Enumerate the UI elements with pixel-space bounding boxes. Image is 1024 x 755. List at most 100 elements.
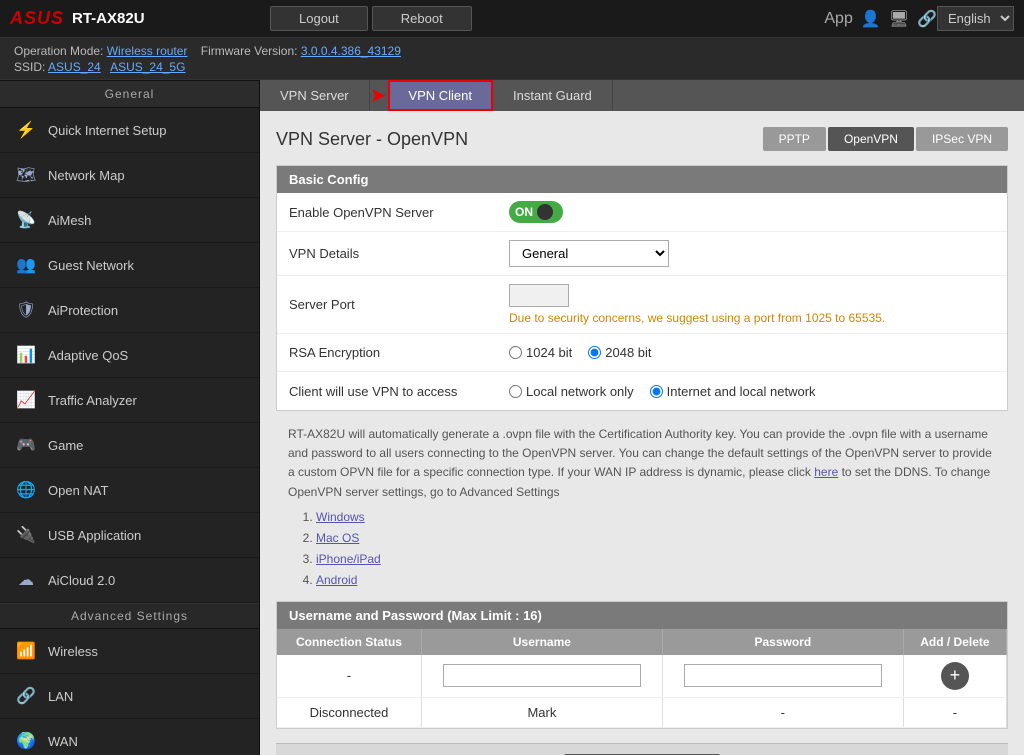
sidebar-item-wireless[interactable]: 📶 Wireless bbox=[0, 629, 259, 674]
sidebar-label-wan: WAN bbox=[48, 734, 78, 749]
row2-add-delete: - bbox=[903, 697, 1006, 727]
enable-openvpn-toggle[interactable]: ON bbox=[509, 201, 563, 223]
fw-value[interactable]: 3.0.0.4.386_43129 bbox=[301, 44, 401, 58]
row2-status: Disconnected bbox=[277, 697, 421, 727]
rsa-label: RSA Encryption bbox=[289, 345, 509, 360]
vpn-details-label: VPN Details bbox=[289, 246, 509, 261]
sidebar-label-quick-internet: Quick Internet Setup bbox=[48, 123, 167, 138]
here-link[interactable]: here bbox=[814, 465, 838, 479]
android-link[interactable]: Android bbox=[316, 573, 357, 587]
client-internet-local[interactable]: Internet and local network bbox=[650, 384, 816, 399]
client-internet-radio[interactable] bbox=[650, 385, 663, 398]
tab-instant-guard[interactable]: Instant Guard bbox=[493, 80, 613, 111]
sidebar-label-lan: LAN bbox=[48, 689, 73, 704]
sidebar-item-usb-application[interactable]: 🔌 USB Application bbox=[0, 513, 259, 558]
sidebar: General ⚡ Quick Internet Setup 🗺 Network… bbox=[0, 80, 260, 755]
wan-icon: 🌍 bbox=[14, 729, 38, 753]
sidebar-item-open-nat[interactable]: 🌐 Open NAT bbox=[0, 468, 259, 513]
sidebar-item-lan[interactable]: 🔗 LAN bbox=[0, 674, 259, 719]
client-vpn-radio-group: Local network only Internet and local ne… bbox=[509, 384, 995, 399]
vpn-type-pptp[interactable]: PPTP bbox=[763, 127, 826, 151]
ssid-5g[interactable]: ASUS_24_5G bbox=[110, 60, 185, 74]
rsa-2048-radio[interactable] bbox=[588, 346, 601, 359]
quick-internet-icon: ⚡ bbox=[14, 118, 38, 142]
sidebar-label-usb: USB Application bbox=[48, 528, 141, 543]
sidebar-item-aicloud[interactable]: ☁ AiCloud 2.0 bbox=[0, 558, 259, 603]
apply-bar: Apply bbox=[276, 743, 1008, 755]
table-row: - + bbox=[277, 655, 1007, 698]
content-area: VPN Server ➤ VPN Client Instant Guard VP… bbox=[260, 80, 1024, 755]
server-port-label: Server Port bbox=[289, 297, 509, 312]
rsa-1024-option[interactable]: 1024 bit bbox=[509, 345, 572, 360]
language-select[interactable]: English 中文 bbox=[937, 6, 1014, 31]
enable-openvpn-label: Enable OpenVPN Server bbox=[289, 205, 509, 220]
sidebar-item-aimesh[interactable]: 📡 AiMesh bbox=[0, 198, 259, 243]
col-add-delete: Add / Delete bbox=[903, 629, 1006, 655]
sidebar-item-guest-network[interactable]: 👥 Guest Network bbox=[0, 243, 259, 288]
windows-link[interactable]: Windows bbox=[316, 510, 365, 524]
row2-username: Mark bbox=[421, 697, 662, 727]
guest-network-icon: 👥 bbox=[14, 253, 38, 277]
client-local-radio[interactable] bbox=[509, 385, 522, 398]
security-note: Due to security concerns, we suggest usi… bbox=[509, 311, 995, 325]
client-internet-label: Internet and local network bbox=[667, 384, 816, 399]
sidebar-item-aiprotection[interactable]: 🛡 AiProtection bbox=[0, 288, 259, 333]
tab-vpn-server[interactable]: VPN Server bbox=[260, 80, 370, 111]
asus-logo: ASUS bbox=[10, 8, 64, 29]
sidebar-item-adaptive-qos[interactable]: 📊 Adaptive QoS bbox=[0, 333, 259, 378]
info-bar: Operation Mode: Wireless router Firmware… bbox=[0, 38, 1024, 80]
tab-vpn-client[interactable]: VPN Client bbox=[388, 80, 493, 111]
vpn-type-buttons: PPTP OpenVPN IPSec VPN bbox=[763, 127, 1008, 151]
toggle-state-text: ON bbox=[515, 205, 533, 219]
game-icon: 🎮 bbox=[14, 433, 38, 457]
add-user-button[interactable]: + bbox=[941, 662, 969, 690]
row1-password-input[interactable] bbox=[684, 664, 882, 687]
vpn-details-select[interactable]: General Advanced bbox=[509, 240, 669, 267]
top-bar: ASUS RT-AX82U Logout Reboot App 👤 🖥 🔗 En… bbox=[0, 0, 1024, 38]
macos-link[interactable]: Mac OS bbox=[316, 531, 359, 545]
sidebar-item-game[interactable]: 🎮 Game bbox=[0, 423, 259, 468]
sidebar-item-quick-internet-setup[interactable]: ⚡ Quick Internet Setup bbox=[0, 108, 259, 153]
main-layout: General ⚡ Quick Internet Setup 🗺 Network… bbox=[0, 80, 1024, 755]
server-port-input[interactable] bbox=[509, 284, 569, 307]
op-mode-value[interactable]: Wireless router bbox=[107, 44, 188, 58]
ssid-24[interactable]: ASUS_24 bbox=[48, 60, 101, 74]
client-local-only[interactable]: Local network only bbox=[509, 384, 634, 399]
model-name: RT-AX82U bbox=[72, 10, 145, 27]
ipad-link[interactable]: iPhone/iPad bbox=[316, 552, 381, 566]
reboot-button[interactable]: Reboot bbox=[372, 6, 472, 31]
rsa-1024-label: 1024 bit bbox=[526, 345, 572, 360]
rsa-1024-radio[interactable] bbox=[509, 346, 522, 359]
aimesh-icon: 📡 bbox=[14, 208, 38, 232]
row1-username-input[interactable] bbox=[443, 664, 641, 687]
share-icon[interactable]: 🔗 bbox=[917, 9, 937, 29]
traffic-analyzer-icon: 📈 bbox=[14, 388, 38, 412]
server-port-value: Due to security concerns, we suggest usi… bbox=[509, 284, 995, 325]
tab-row: VPN Server ➤ VPN Client Instant Guard bbox=[260, 80, 1024, 111]
vpn-type-openvpn[interactable]: OpenVPN bbox=[828, 127, 914, 151]
monitor-icon[interactable]: 🖥 bbox=[889, 9, 909, 29]
user-table: Connection Status Username Password Add … bbox=[277, 629, 1007, 728]
operation-mode-row: Operation Mode: Wireless router Firmware… bbox=[14, 44, 1010, 58]
rsa-encryption-row: RSA Encryption 1024 bit 2048 bit bbox=[277, 334, 1007, 372]
col-username: Username bbox=[421, 629, 662, 655]
col-password: Password bbox=[662, 629, 903, 655]
sidebar-label-aiprotection: AiProtection bbox=[48, 303, 118, 318]
rsa-value: 1024 bit 2048 bit bbox=[509, 345, 995, 360]
user-table-section: Username and Password (Max Limit : 16) C… bbox=[276, 601, 1008, 729]
rsa-2048-option[interactable]: 2048 bit bbox=[588, 345, 651, 360]
sidebar-item-network-map[interactable]: 🗺 Network Map bbox=[0, 153, 259, 198]
page-content: VPN Server - OpenVPN PPTP OpenVPN IPSec … bbox=[260, 111, 1024, 755]
user-icon[interactable]: 👤 bbox=[861, 9, 881, 29]
general-section-title: General bbox=[0, 80, 259, 108]
vpn-details-value: General Advanced bbox=[509, 240, 995, 267]
vpn-type-ipsec[interactable]: IPSec VPN bbox=[916, 127, 1008, 151]
sidebar-item-wan[interactable]: 🌍 WAN bbox=[0, 719, 259, 755]
top-buttons: Logout Reboot bbox=[270, 6, 808, 31]
logout-button[interactable]: Logout bbox=[270, 6, 368, 31]
sidebar-label-traffic-analyzer: Traffic Analyzer bbox=[48, 393, 137, 408]
sidebar-item-traffic-analyzer[interactable]: 📈 Traffic Analyzer bbox=[0, 378, 259, 423]
client-vpn-access-row: Client will use VPN to access Local netw… bbox=[277, 372, 1007, 410]
open-nat-icon: 🌐 bbox=[14, 478, 38, 502]
row2-password: - bbox=[662, 697, 903, 727]
